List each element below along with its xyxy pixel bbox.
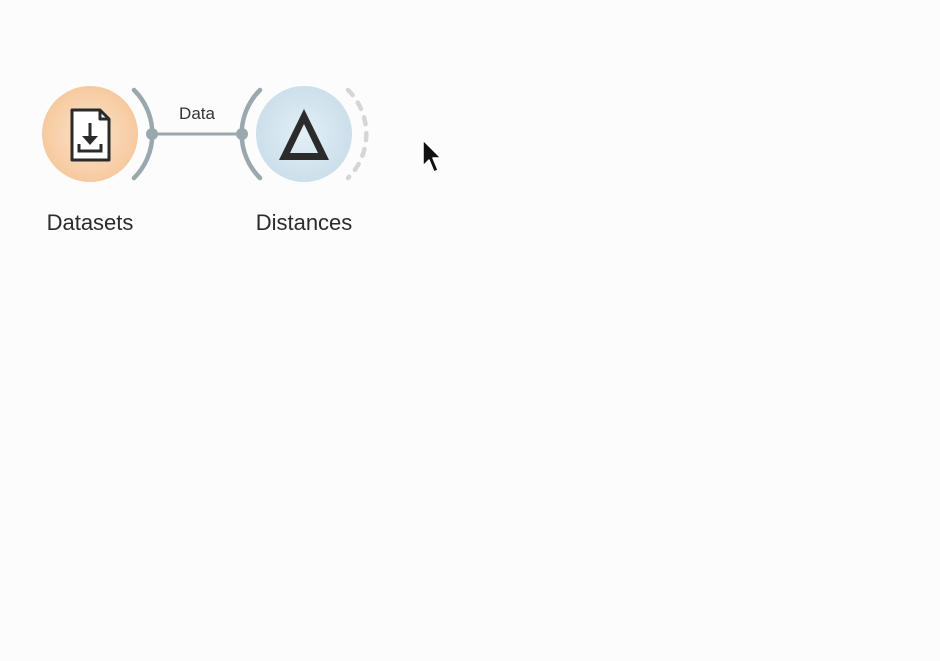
link-label-data: Data [179,104,215,123]
node-label-datasets[interactable]: Datasets [47,212,134,234]
node-datasets[interactable] [42,86,155,182]
node-label-distances[interactable]: Distances [256,212,353,234]
workflow-canvas[interactable]: Data Datasets Distances [0,0,940,656]
node-distances[interactable] [239,86,369,182]
file-download-icon [70,108,111,162]
link-datasets-distances[interactable] [146,128,248,140]
workflow-svg [42,86,442,182]
mouse-pointer-icon [422,139,442,173]
node-distances-circle[interactable] [256,86,352,182]
